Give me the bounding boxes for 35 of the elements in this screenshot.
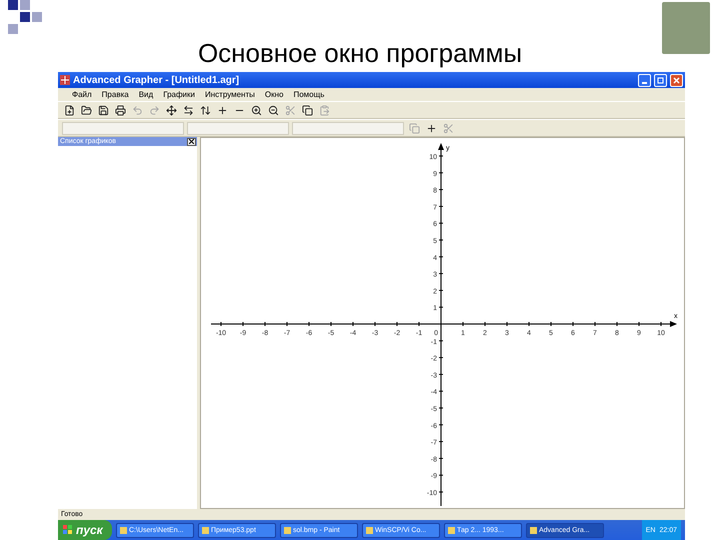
minimize-button[interactable]: [638, 74, 651, 86]
dropdown-field[interactable]: [187, 122, 289, 134]
menu-item[interactable]: Окно: [264, 90, 284, 99]
windows-logo-icon: [63, 525, 73, 535]
start-button[interactable]: пуск: [58, 520, 112, 540]
app-icon: [60, 75, 70, 85]
menu-item[interactable]: Помощь: [293, 90, 324, 99]
app-icon: [120, 526, 127, 534]
window-title: Advanced Grapher - [Untitled1.agr]: [73, 74, 240, 86]
menu-item[interactable]: Вид: [138, 90, 154, 99]
slide-title: Основное окно программы: [196, 38, 524, 69]
menu-item[interactable]: Файл: [72, 90, 92, 99]
app-icon: [202, 526, 209, 534]
restore-icon: [657, 76, 664, 84]
menu-item[interactable]: Графики: [163, 90, 195, 99]
printer-icon[interactable]: [113, 103, 127, 117]
close-button[interactable]: [187, 138, 196, 146]
dropdown-field[interactable]: [62, 122, 184, 134]
menu-item[interactable]: Правка: [102, 90, 129, 99]
move-icon[interactable]: [164, 103, 178, 117]
app-icon: [366, 526, 373, 534]
copy-icon[interactable]: [300, 103, 314, 117]
photo-placeholder: [662, 2, 710, 54]
app-icon: [530, 526, 537, 534]
zoom-in-icon[interactable]: [249, 103, 263, 117]
menu-item[interactable]: Инструменты: [205, 90, 255, 99]
decorative-squares-icon: [8, 0, 44, 34]
app-icon: [448, 526, 455, 534]
restore-button[interactable]: [654, 74, 667, 86]
app-icon: [284, 526, 291, 534]
zoom-out-icon[interactable]: [266, 103, 280, 117]
save-icon[interactable]: [96, 103, 110, 117]
close-icon: [673, 76, 680, 84]
open-folder-icon[interactable]: [79, 103, 93, 117]
dropdown-field[interactable]: [292, 122, 404, 134]
